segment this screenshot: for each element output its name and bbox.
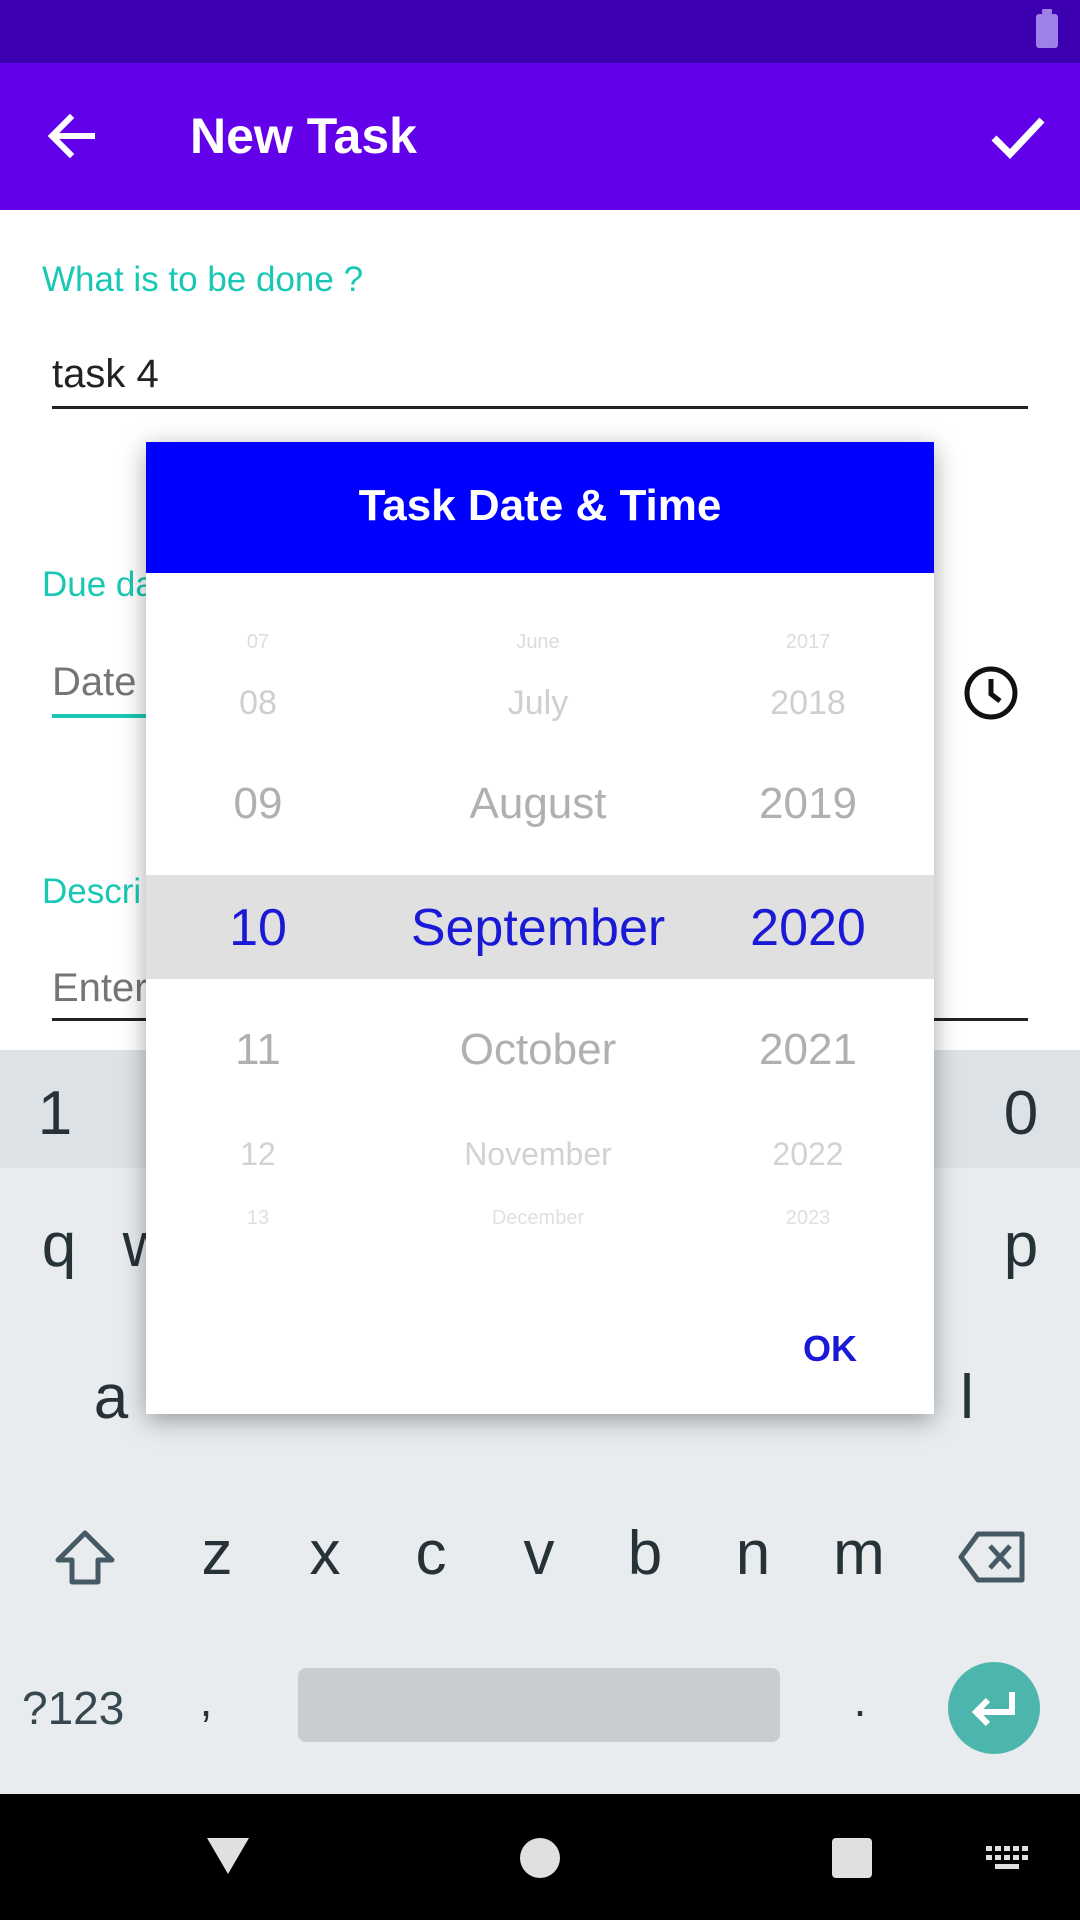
nav-back-button[interactable] xyxy=(205,1836,251,1876)
nav-home-icon[interactable] xyxy=(520,1838,560,1878)
key-b[interactable]: b xyxy=(600,1514,690,1594)
keyboard-switch-button[interactable] xyxy=(986,1846,1028,1874)
page-title: New Task xyxy=(190,108,417,164)
app-toolbar xyxy=(0,63,1080,210)
nav-back-icon xyxy=(207,1838,249,1874)
keyboard-switch-icon xyxy=(986,1846,1028,1869)
nav-recents-icon[interactable] xyxy=(832,1838,872,1878)
day-picker-item[interactable]: 13 xyxy=(146,1208,370,1228)
day-picker-item[interactable]: 11 xyxy=(146,1028,370,1072)
battery-icon xyxy=(1036,9,1058,48)
day-picker-item[interactable]: 08 xyxy=(146,686,370,720)
enter-icon xyxy=(971,1692,1015,1727)
arrow-back-icon xyxy=(47,113,95,159)
symbols-key[interactable]: ?123 xyxy=(22,1668,124,1748)
clock-icon xyxy=(964,666,1018,720)
year-picker-item[interactable]: 2019 xyxy=(696,782,920,826)
month-picker-item[interactable]: July xyxy=(388,686,688,720)
date-input[interactable]: Date xyxy=(52,656,137,708)
key-0[interactable]: 0 xyxy=(976,1074,1066,1154)
day-picker-item[interactable]: 09 xyxy=(146,782,370,826)
description-input[interactable]: Enter xyxy=(52,962,148,1014)
key-l[interactable]: l xyxy=(922,1358,1012,1438)
year-picker-item[interactable]: 2022 xyxy=(696,1138,920,1170)
month-picker-item[interactable]: October xyxy=(388,1028,688,1072)
back-button[interactable] xyxy=(36,100,108,172)
task-input-underline xyxy=(52,406,1028,409)
shift-key[interactable] xyxy=(52,1528,118,1586)
key-a[interactable]: a xyxy=(66,1358,156,1438)
selected-month[interactable]: September xyxy=(388,902,688,954)
key-c[interactable]: c xyxy=(386,1514,476,1594)
due-date-label: Due da xyxy=(42,565,155,604)
save-button[interactable] xyxy=(980,100,1052,172)
dialog-title: Task Date & Time xyxy=(358,481,722,530)
year-picker-item[interactable]: 2017 xyxy=(696,632,920,652)
backspace-key[interactable] xyxy=(958,1530,1028,1584)
task-input[interactable]: task 4 xyxy=(52,348,159,400)
backspace-icon xyxy=(958,1531,1025,1583)
year-picker-item[interactable]: 2023 xyxy=(696,1208,920,1228)
task-label: What is to be done ? xyxy=(42,260,364,299)
comma-key[interactable]: , xyxy=(176,1660,236,1740)
check-icon xyxy=(991,117,1045,160)
month-picker-item[interactable]: November xyxy=(388,1138,688,1170)
key-n[interactable]: n xyxy=(708,1514,798,1594)
spacebar[interactable] xyxy=(298,1668,780,1742)
year-picker-item[interactable]: 2018 xyxy=(696,686,920,720)
key-m[interactable]: m xyxy=(814,1514,904,1594)
month-picker-item[interactable]: June xyxy=(388,632,688,652)
day-picker-item[interactable]: 12 xyxy=(146,1138,370,1170)
month-picker-item[interactable]: December xyxy=(388,1208,688,1228)
status-bar xyxy=(0,0,1080,63)
selected-day[interactable]: 10 xyxy=(146,902,370,954)
month-picker-item[interactable]: August xyxy=(388,782,688,826)
ok-button[interactable]: OK xyxy=(780,1326,880,1372)
key-p[interactable]: p xyxy=(976,1206,1066,1286)
description-label: Descri xyxy=(42,872,142,911)
time-picker-button[interactable] xyxy=(962,664,1020,722)
key-1[interactable]: 1 xyxy=(10,1074,100,1154)
key-x[interactable]: x xyxy=(280,1514,370,1594)
day-picker-item[interactable]: 07 xyxy=(146,632,370,652)
key-q[interactable]: q xyxy=(14,1206,104,1286)
period-key[interactable]: . xyxy=(830,1660,890,1740)
enter-key[interactable] xyxy=(948,1662,1040,1754)
year-picker-item[interactable]: 2021 xyxy=(696,1028,920,1072)
selected-year[interactable]: 2020 xyxy=(696,902,920,954)
shift-icon xyxy=(55,1530,115,1585)
key-z[interactable]: z xyxy=(172,1514,262,1594)
key-v[interactable]: v xyxy=(494,1514,584,1594)
